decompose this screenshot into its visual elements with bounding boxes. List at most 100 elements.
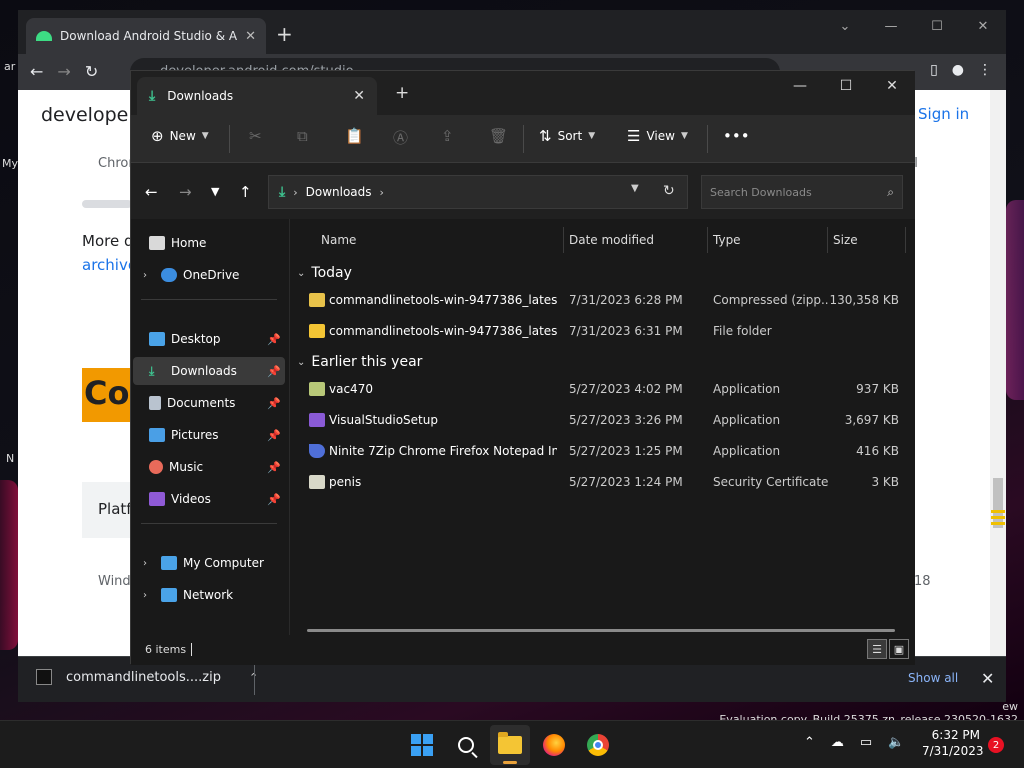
- page-scrollbar[interactable]: [990, 90, 1006, 656]
- new-button[interactable]: ⊕ New ▼: [151, 127, 209, 145]
- share-icon[interactable]: ⇪: [441, 127, 454, 145]
- breadcrumb-downloads[interactable]: Downloads: [306, 185, 372, 199]
- new-tab-button[interactable]: +: [276, 22, 293, 46]
- group-header-today[interactable]: ⌄ Today: [297, 265, 352, 281]
- notification-badge[interactable]: 2: [988, 737, 1004, 753]
- nav-item-desktop[interactable]: Desktop 📌: [133, 325, 285, 353]
- nav-item-documents[interactable]: Documents 📌: [133, 389, 285, 417]
- recent-locations-icon[interactable]: ▼: [211, 185, 219, 198]
- cut-icon[interactable]: ✂: [249, 127, 262, 145]
- view-button[interactable]: ☰ View ▼: [627, 127, 688, 145]
- profile-icon[interactable]: ●: [952, 62, 964, 78]
- search-input[interactable]: [710, 185, 888, 199]
- close-icon[interactable]: ✕: [245, 29, 256, 44]
- pin-icon[interactable]: 📌: [267, 333, 281, 346]
- cloud-offline-icon[interactable]: ☁: [831, 735, 844, 750]
- horizontal-scrollbar[interactable]: [307, 629, 895, 632]
- chevron-right-icon[interactable]: ›: [143, 558, 157, 569]
- maximize-button[interactable]: ☐: [914, 10, 960, 42]
- reload-icon[interactable]: ↻: [85, 62, 98, 81]
- nav-item-home[interactable]: Home: [133, 229, 285, 257]
- column-resize-handle[interactable]: [563, 227, 564, 253]
- back-arrow-icon[interactable]: ←: [145, 183, 158, 201]
- nav-item-network[interactable]: › Network: [133, 581, 285, 609]
- clock[interactable]: 6:32 PM 7/31/2023: [922, 727, 984, 759]
- nav-item-downloads[interactable]: ⤓ Downloads 📌: [133, 357, 285, 385]
- delete-icon[interactable]: 🗑: [489, 127, 508, 145]
- table-row[interactable]: penis 5/27/2023 1:24 PM Security Certifi…: [291, 467, 911, 497]
- minimize-button[interactable]: —: [777, 71, 823, 101]
- chevron-down-icon[interactable]: ⌄: [822, 10, 868, 42]
- table-row[interactable]: vac470 5/27/2023 4:02 PM Application 937…: [291, 374, 911, 404]
- column-resize-handle[interactable]: [827, 227, 828, 253]
- pin-icon[interactable]: 📌: [267, 461, 281, 474]
- tiles-view-button[interactable]: ▣: [889, 639, 909, 659]
- site-brand[interactable]: develope: [41, 104, 128, 126]
- close-window-button[interactable]: ✕: [960, 10, 1006, 42]
- scrollbar-thumb[interactable]: [993, 478, 1003, 528]
- back-arrow-icon[interactable]: ←: [30, 62, 43, 81]
- nav-item-music[interactable]: Music 📌: [133, 453, 285, 481]
- forward-arrow-icon[interactable]: →: [57, 62, 70, 81]
- volume-icon[interactable]: 🔈: [888, 735, 904, 750]
- paste-icon[interactable]: 📋: [345, 127, 364, 145]
- table-row[interactable]: Ninite 7Zip Chrome Firefox Notepad Inst.…: [291, 436, 911, 466]
- refresh-icon[interactable]: ↻: [663, 183, 675, 199]
- pin-icon[interactable]: 📌: [267, 365, 281, 378]
- firefox-taskbar-button[interactable]: [534, 725, 574, 765]
- minimize-button[interactable]: —: [868, 10, 914, 42]
- chevron-right-icon[interactable]: ›: [143, 590, 157, 601]
- copy-icon[interactable]: ⧉: [297, 127, 308, 145]
- chevron-right-icon[interactable]: ›: [293, 186, 297, 199]
- sidebar-icon[interactable]: ▯: [930, 62, 938, 78]
- start-button[interactable]: [402, 725, 442, 765]
- group-header-earlier[interactable]: ⌄ Earlier this year: [297, 354, 422, 370]
- nav-item-my-computer[interactable]: › My Computer: [133, 549, 285, 577]
- network-icon[interactable]: ▭: [860, 735, 872, 750]
- pin-icon[interactable]: 📌: [267, 429, 281, 442]
- close-icon[interactable]: ✕: [353, 88, 365, 104]
- pin-icon[interactable]: 📌: [267, 493, 281, 506]
- new-tab-button[interactable]: +: [395, 83, 409, 103]
- chrome-tab[interactable]: Download Android Studio & App ✕: [26, 18, 266, 54]
- nav-item-onedrive[interactable]: › OneDrive: [133, 261, 285, 289]
- chevron-right-icon[interactable]: ›: [143, 270, 157, 281]
- pin-icon[interactable]: 📌: [267, 397, 281, 410]
- maximize-button[interactable]: ☐: [823, 71, 869, 101]
- up-arrow-icon[interactable]: ↑: [239, 183, 252, 201]
- column-header-size[interactable]: Size: [833, 233, 858, 247]
- more-options-button[interactable]: •••: [723, 127, 750, 145]
- search-button[interactable]: [446, 725, 486, 765]
- close-window-button[interactable]: ✕: [869, 71, 915, 101]
- table-row[interactable]: commandlinetools-win-9477386_latest 7/31…: [291, 285, 911, 315]
- chevron-up-icon[interactable]: ⌃: [804, 735, 815, 750]
- chrome-taskbar-button[interactable]: [578, 725, 618, 765]
- address-history-dropdown[interactable]: ▼: [631, 183, 639, 194]
- column-header-date[interactable]: Date modified: [569, 233, 654, 247]
- archive-link[interactable]: archive: [82, 256, 137, 274]
- rename-icon[interactable]: Ⓐ: [393, 127, 408, 148]
- chevron-right-icon[interactable]: ›: [380, 186, 384, 199]
- pane-divider[interactable]: [289, 219, 290, 635]
- search-box[interactable]: ⌕: [701, 175, 903, 209]
- column-header-type[interactable]: Type: [713, 233, 741, 247]
- details-view-button[interactable]: ☰: [867, 639, 887, 659]
- sort-button[interactable]: ⇅ Sort ▼: [539, 127, 595, 145]
- address-bar[interactable]: ⤓ › Downloads ›: [268, 175, 688, 209]
- close-icon[interactable]: ✕: [981, 669, 994, 688]
- show-all-button[interactable]: Show all: [908, 671, 958, 685]
- nav-item-videos[interactable]: Videos 📌: [133, 485, 285, 513]
- file-explorer-taskbar-button[interactable]: [490, 725, 530, 765]
- table-row[interactable]: VisualStudioSetup 5/27/2023 3:26 PM Appl…: [291, 405, 911, 435]
- nav-label: Music: [169, 460, 204, 474]
- column-resize-handle[interactable]: [707, 227, 708, 253]
- download-item[interactable]: commandlinetools....zip ⌃: [36, 669, 258, 685]
- explorer-tab[interactable]: ⤓ Downloads ✕: [137, 77, 377, 115]
- forward-arrow-icon[interactable]: →: [179, 183, 192, 201]
- column-header-name[interactable]: Name: [321, 233, 356, 247]
- column-resize-handle[interactable]: [905, 227, 906, 253]
- table-row[interactable]: commandlinetools-win-9477386_latest 7/31…: [291, 316, 911, 346]
- more-menu-icon[interactable]: ⋮: [978, 62, 992, 78]
- sign-in-link[interactable]: Sign in: [918, 105, 969, 123]
- nav-item-pictures[interactable]: Pictures 📌: [133, 421, 285, 449]
